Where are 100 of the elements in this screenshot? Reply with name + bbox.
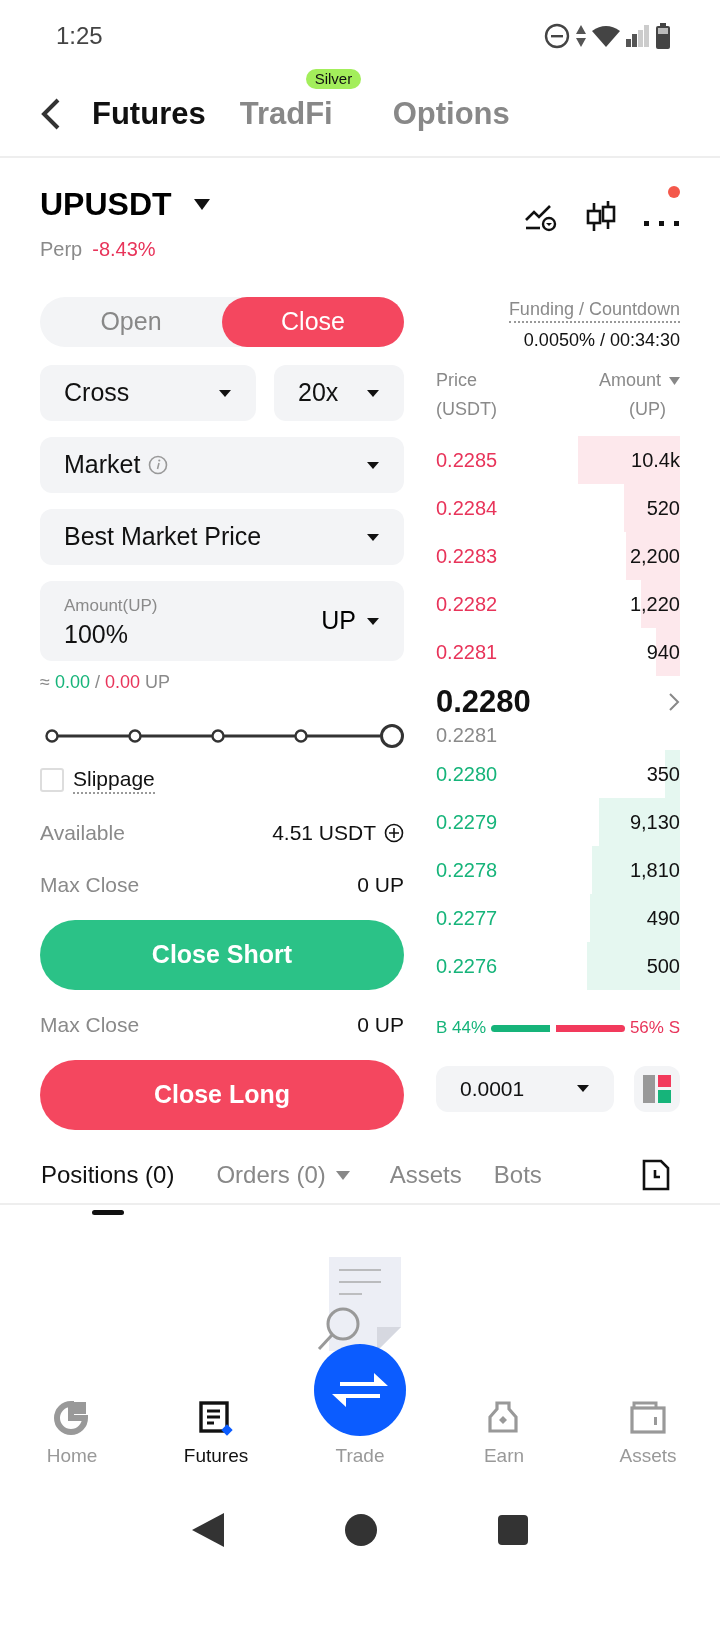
- slider-thumb[interactable]: [380, 724, 404, 748]
- swap-icon: [314, 1343, 406, 1436]
- mode-tab[interactable]: Close: [222, 297, 404, 347]
- header-tab[interactable]: Futures: [92, 90, 206, 138]
- order-row[interactable]: 0.2282 1,220: [436, 580, 680, 629]
- order-price[interactable]: 0.2281: [436, 637, 498, 668]
- order-type-select[interactable]: Market: [40, 437, 404, 493]
- precision-select[interactable]: 0.0001: [436, 1065, 614, 1112]
- sell-ratio: 56% S: [629, 1017, 680, 1040]
- caret-icon: [366, 388, 380, 398]
- order-price[interactable]: 0.2283: [436, 541, 498, 572]
- leverage-select[interactable]: 20x: [274, 365, 404, 421]
- max-close-label: Max Close: [40, 872, 140, 899]
- close-long-button[interactable]: Close Long: [40, 1060, 404, 1130]
- order-row[interactable]: 0.2280 350: [436, 750, 680, 799]
- amount-sort-button[interactable]: Amount: [598, 366, 680, 396]
- tier-badge: Silver: [305, 68, 362, 89]
- order-row[interactable]: 0.2283 2,200: [436, 532, 680, 581]
- nav-item[interactable]: Trade: [288, 1343, 432, 1470]
- unit-select[interactable]: UP: [321, 602, 380, 640]
- price-type-select[interactable]: Best Market Price: [40, 509, 404, 565]
- info-icon: [148, 455, 169, 475]
- order-price[interactable]: 0.2284: [436, 493, 498, 524]
- order-price[interactable]: 0.2285: [436, 445, 498, 476]
- order-amount: 1,220: [629, 592, 680, 618]
- caret-icon: [366, 532, 380, 542]
- pie-chart-icon: [54, 1399, 90, 1436]
- caret-icon: [576, 1084, 590, 1094]
- order-amount: 350: [646, 762, 680, 788]
- mode-tab[interactable]: Open: [40, 297, 222, 347]
- add-icon[interactable]: [384, 823, 404, 843]
- available-value: 4.51 USDT: [272, 820, 376, 847]
- wifi-icon: [592, 25, 620, 47]
- margin-mode-select[interactable]: Cross: [40, 365, 256, 421]
- funding-value: 0.0050% / 00:34:30: [523, 329, 680, 353]
- order-row[interactable]: 0.2278 1,810: [436, 846, 680, 895]
- nav-item[interactable]: Earn: [432, 1399, 576, 1470]
- do-not-disturb-icon: [544, 23, 570, 49]
- order-price[interactable]: 0.2280: [436, 759, 498, 790]
- header-tab[interactable]: TradFi: [239, 90, 333, 138]
- order-amount: 9,130: [629, 810, 680, 836]
- order-price[interactable]: 0.2278: [436, 855, 498, 886]
- order-row[interactable]: 0.2285 10.4k: [436, 436, 680, 485]
- back-button[interactable]: [40, 97, 62, 131]
- price-change: -8.43%: [92, 237, 156, 262]
- caret-icon: [218, 388, 232, 398]
- order-price[interactable]: 0.2282: [436, 589, 498, 620]
- slippage-label[interactable]: Slippage: [73, 765, 155, 795]
- order-price[interactable]: 0.2276: [436, 951, 498, 982]
- layout-button[interactable]: [634, 1065, 680, 1112]
- caret-icon: [366, 616, 380, 626]
- column-unit: (UP): [628, 398, 666, 422]
- order-amount: 940: [646, 640, 680, 666]
- caret-icon: [669, 376, 680, 385]
- order-amount: 10.4k: [631, 448, 680, 474]
- layout-icon: [643, 1074, 671, 1103]
- field-value: 100%: [64, 618, 129, 649]
- column-header: Price: [436, 369, 478, 393]
- order-amount: 2,200: [629, 544, 680, 570]
- panel-tab[interactable]: Positions (0): [41, 1157, 175, 1193]
- close-short-button[interactable]: Close Short: [40, 920, 404, 990]
- chevron-right-icon[interactable]: [668, 692, 680, 713]
- order-amount: 1,810: [629, 858, 680, 884]
- slippage-checkbox[interactable]: [40, 768, 64, 792]
- order-row[interactable]: 0.2279 9,130: [436, 798, 680, 847]
- signal-icon: [626, 25, 650, 47]
- column-unit: (USDT): [436, 398, 497, 422]
- field-label: Amount(UP): [64, 595, 158, 618]
- panel-tab[interactable]: Assets: [389, 1157, 462, 1193]
- buy-ratio: B 44%: [436, 1017, 487, 1040]
- candlestick-icon[interactable]: [586, 201, 616, 233]
- sell-ratio-bar: [555, 1024, 625, 1032]
- nav-item[interactable]: Futures: [144, 1399, 288, 1470]
- last-price: 0.2280: [436, 683, 531, 722]
- max-close-label: Max Close: [40, 1012, 140, 1039]
- order-row[interactable]: 0.2276 500: [436, 942, 680, 991]
- wallet-icon: [630, 1399, 666, 1436]
- price-alert-icon[interactable]: [524, 202, 558, 232]
- amount-field[interactable]: Amount(UP) 100% UP: [40, 581, 404, 661]
- funding-label[interactable]: Funding / Countdown: [508, 298, 680, 324]
- nav-item[interactable]: Home: [0, 1399, 144, 1470]
- panel-tab[interactable]: Orders (0): [216, 1157, 326, 1193]
- order-row[interactable]: 0.2284 520: [436, 484, 680, 533]
- nav-item[interactable]: Assets: [576, 1399, 720, 1470]
- order-row[interactable]: 0.2281 940: [436, 628, 680, 677]
- order-row[interactable]: 0.2277 490: [436, 894, 680, 943]
- panel-tab[interactable]: Bots: [493, 1157, 542, 1193]
- mark-price: 0.2281: [436, 723, 499, 749]
- symbol-selector[interactable]: UPUSDT: [40, 188, 172, 220]
- back-icon: [40, 97, 62, 131]
- document-icon: [198, 1399, 234, 1436]
- home-icon[interactable]: [344, 1513, 378, 1547]
- history-icon[interactable]: [642, 1159, 670, 1191]
- buy-ratio-bar: [491, 1024, 550, 1032]
- order-price[interactable]: 0.2277: [436, 903, 498, 934]
- battery-icon: [656, 23, 670, 49]
- header-tab[interactable]: Options: [392, 90, 510, 138]
- order-price[interactable]: 0.2279: [436, 807, 498, 838]
- back-icon[interactable]: [192, 1513, 224, 1547]
- caret-icon: [366, 460, 380, 470]
